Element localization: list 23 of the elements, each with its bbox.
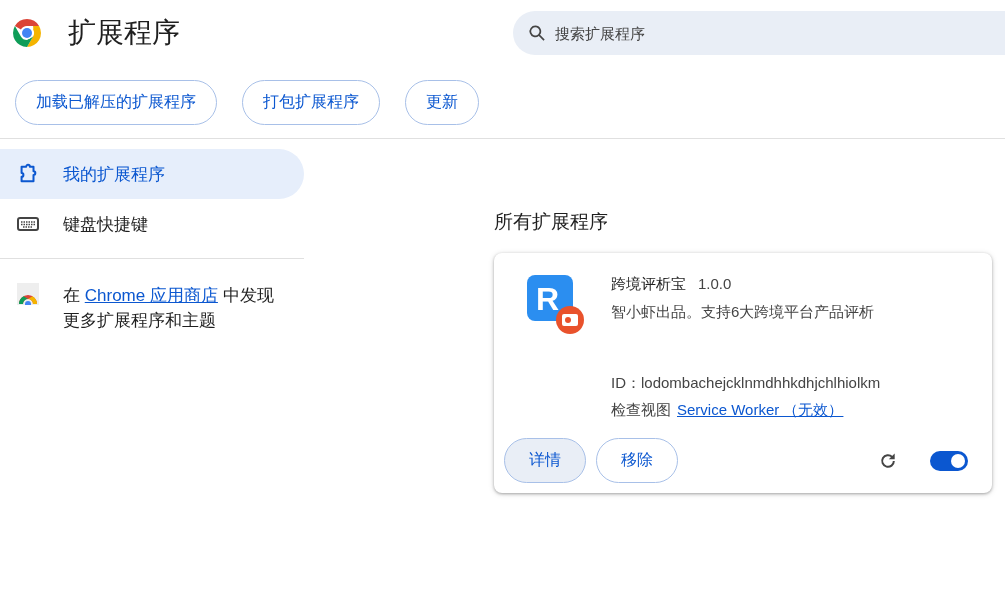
toolbar-button[interactable]: 打包扩展程序 — [242, 79, 380, 125]
search-icon — [527, 23, 547, 43]
web-store-icon — [17, 283, 39, 305]
toolbar-button[interactable]: 更新 — [405, 79, 479, 125]
web-store-link[interactable]: Chrome 应用商店 — [84, 286, 218, 305]
sidebar-item[interactable]: 我的扩展程序 — [0, 149, 304, 199]
page-title: 扩展程序 — [68, 16, 181, 50]
extension-version: 1.0.0 — [698, 275, 732, 292]
web-store-promo: 在 Chrome 应用商店 中发现更多扩展程序和主题 — [63, 285, 275, 332]
service-worker-link[interactable]: Service Worker （无效） — [677, 401, 844, 420]
chrome-logo-icon — [12, 18, 42, 48]
card-button[interactable]: 移除 — [596, 438, 678, 483]
inspect-views-label: 检查视图 — [611, 401, 671, 420]
section-title: 所有扩展程序 — [494, 210, 609, 234]
sidebar-item[interactable]: 键盘快捷键 — [0, 199, 304, 249]
extension-name: 跨境评析宝 — [611, 275, 686, 294]
extension-id: ID：lodombachejcklnmdhhkdhjchlhiolkm — [611, 374, 881, 393]
keyboard-icon — [17, 216, 39, 232]
enable-toggle[interactable] — [930, 450, 968, 471]
card-button[interactable]: 详情 — [504, 438, 586, 483]
toolbar-button[interactable]: 加载已解压的扩展程序 — [15, 79, 217, 125]
extension-description: 智小虾出品。支持6大跨境平台产品评析 — [611, 303, 876, 322]
search-field[interactable]: 搜索扩展程序 — [513, 11, 1005, 55]
